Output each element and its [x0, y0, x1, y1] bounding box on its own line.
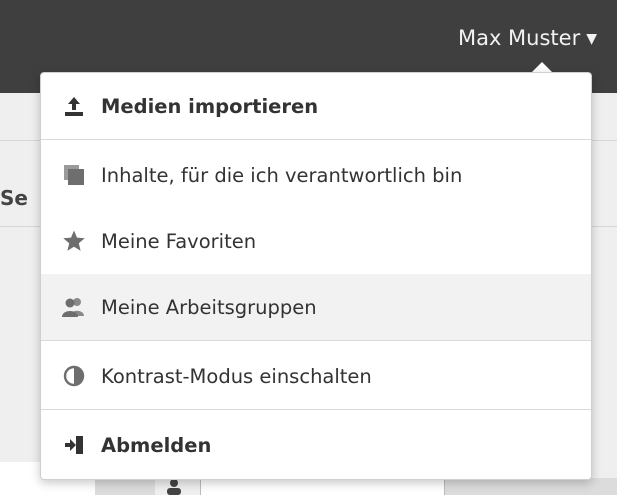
upload-icon	[61, 93, 87, 119]
menu-item-workgroups[interactable]: Meine Arbeitsgruppen	[41, 274, 591, 340]
menu-divider	[41, 340, 591, 341]
caret-down-icon: ▼	[586, 31, 597, 47]
user-name: Max Muster	[457, 26, 581, 50]
menu-item-label: Inhalte, für die ich verantwortlich bin	[101, 163, 463, 187]
menu-item-import-media[interactable]: Medien importieren	[41, 73, 591, 139]
logout-icon	[61, 432, 87, 458]
menu-item-label: Kontrast-Modus einschalten	[101, 364, 372, 388]
background-column	[445, 478, 617, 495]
menu-divider	[41, 139, 591, 140]
background-column	[95, 478, 155, 495]
background-field	[200, 478, 445, 495]
group-icon	[61, 294, 87, 320]
person-icon	[167, 479, 181, 495]
menu-divider	[41, 409, 591, 410]
menu-item-label: Meine Favoriten	[101, 229, 257, 253]
background-partial-label: Se	[0, 186, 28, 210]
menu-item-favorites[interactable]: Meine Favoriten	[41, 208, 591, 274]
menu-item-label: Abmelden	[101, 433, 212, 457]
menu-pointer	[532, 62, 552, 72]
content-stack-icon	[61, 162, 87, 188]
star-icon	[61, 228, 87, 254]
menu-item-logout[interactable]: Abmelden	[41, 412, 591, 478]
contrast-icon	[61, 363, 87, 389]
user-dropdown-menu: Medien importieren Inhalte, für die ich …	[40, 72, 592, 480]
menu-item-label: Medien importieren	[101, 94, 319, 118]
menu-item-my-content[interactable]: Inhalte, für die ich verantwortlich bin	[41, 142, 591, 208]
menu-item-label: Meine Arbeitsgruppen	[101, 295, 317, 319]
user-menu-toggle[interactable]: Max Muster ▼	[458, 26, 597, 50]
menu-item-contrast-mode[interactable]: Kontrast-Modus einschalten	[41, 343, 591, 409]
